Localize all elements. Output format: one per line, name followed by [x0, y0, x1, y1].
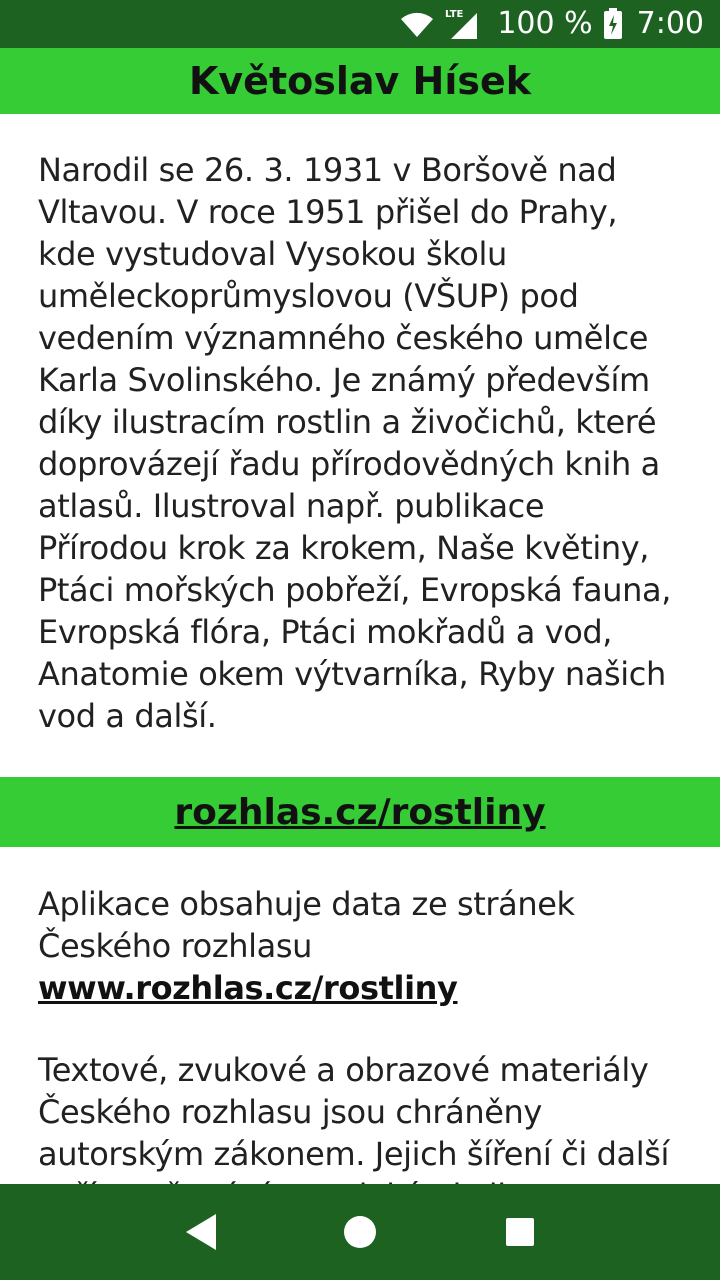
- legal-text: Textové, zvukové a obrazové materiály Če…: [38, 1051, 670, 1184]
- recents-icon: [506, 1218, 534, 1246]
- bio-text: Narodil se 26. 3. 1931 v Boršově nad Vlt…: [38, 151, 671, 735]
- navigation-bar: [0, 1184, 720, 1280]
- clock: 7:00: [636, 6, 704, 41]
- home-button[interactable]: [320, 1192, 400, 1272]
- signal-icon: LTE: [445, 7, 481, 41]
- app-header: Květoslav Hísek: [0, 48, 720, 114]
- link-section: rozhlas.cz/rostliny: [0, 777, 720, 847]
- source-description: Aplikace obsahuje data ze stránek Českéh…: [38, 885, 575, 965]
- battery-percentage: 100 %: [497, 6, 593, 41]
- status-bar: LTE 100 % 7:00: [0, 0, 720, 48]
- svg-text:LTE: LTE: [445, 9, 464, 20]
- scroll-content[interactable]: Narodil se 26. 3. 1931 v Boršově nad Vlt…: [0, 114, 720, 1184]
- home-icon: [344, 1216, 376, 1248]
- source-text: Aplikace obsahuje data ze stránek Českéh…: [0, 883, 720, 1009]
- back-button[interactable]: [160, 1192, 240, 1272]
- page-title: Květoslav Hísek: [188, 59, 532, 103]
- recents-button[interactable]: [480, 1192, 560, 1272]
- rozhlas-link[interactable]: rozhlas.cz/rostliny: [174, 792, 545, 833]
- source-url-link[interactable]: www.rozhlas.cz/rostliny: [38, 967, 682, 1009]
- wifi-icon: [399, 9, 435, 39]
- back-icon: [186, 1214, 216, 1250]
- battery-icon: [603, 8, 623, 40]
